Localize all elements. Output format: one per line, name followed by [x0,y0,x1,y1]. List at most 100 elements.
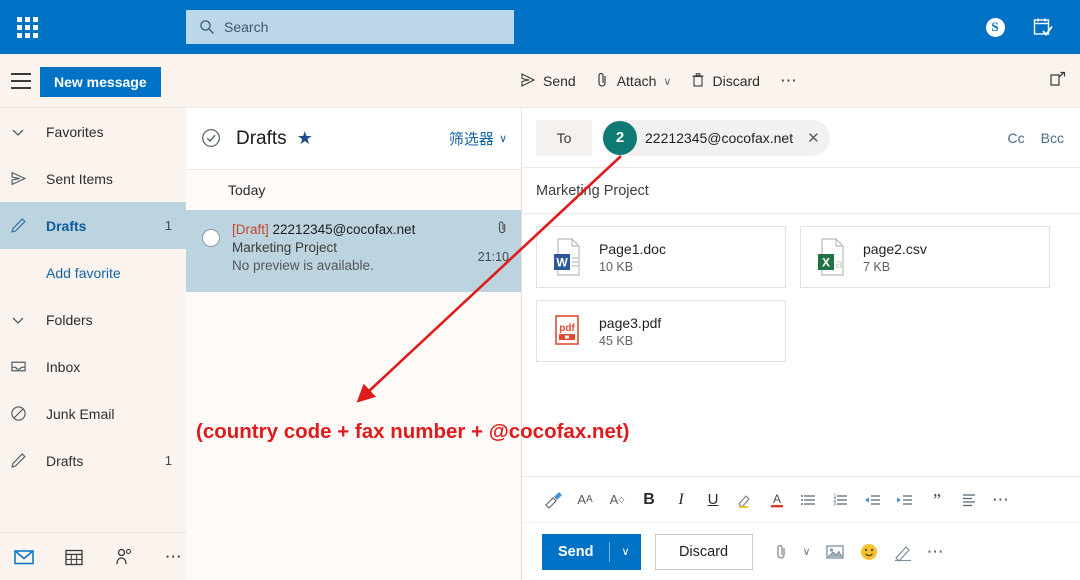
hamburger-menu-icon[interactable] [8,68,34,94]
numbered-list-icon[interactable]: 123 [830,488,852,512]
message-list-header: Drafts ★ 筛选器 ∨ [186,108,521,170]
attachment-card[interactable]: X a page2.csv 7 KB [800,226,1050,288]
send-arrow-icon [10,170,46,187]
highlight-icon[interactable] [734,488,756,512]
send-chevron-down-icon[interactable]: ∨ [610,545,640,558]
send-button[interactable]: Send ∨ [542,534,641,570]
more-formatting-icon[interactable]: ⋯ [990,488,1012,512]
send-arrow-icon [520,72,536,91]
message-sender-line: [Draft] 22212345@cocofax.net [232,222,507,237]
signature-pen-icon[interactable] [893,540,913,564]
send-button-label: Send [543,73,576,89]
chevron-down-icon [10,124,46,140]
emoji-icon[interactable] [859,540,879,564]
pdf-file-icon: pdf [549,310,587,352]
font-color-icon[interactable]: A [766,488,788,512]
attachment-name: page3.pdf [599,315,661,331]
more-dots-icon[interactable]: ⋯ [162,545,186,569]
block-circle-icon [10,405,46,422]
discard-button[interactable]: Discard [691,72,759,91]
calendar-check-icon[interactable] [1030,14,1056,40]
excel-csv-icon: X a [813,236,851,278]
outlook-web-app: S New message Send [0,0,1080,580]
message-item-body: [Draft] 22212345@cocofax.net Marketing P… [232,220,507,292]
svg-text:X: X [822,256,830,270]
insert-picture-icon[interactable] [825,540,845,564]
more-options-icon[interactable]: ⋯ [927,540,945,564]
bulleted-list-icon[interactable] [798,488,820,512]
paperclip-icon [596,72,610,91]
increase-indent-icon[interactable] [894,488,916,512]
attach-button-label: Attach [617,73,657,89]
attach-chevron-down-icon[interactable]: ∨ [803,540,811,564]
more-commands-icon[interactable]: ⋯ [780,76,799,86]
avatar: 2 [603,121,637,155]
app-launcher-waffle-icon[interactable] [0,0,54,54]
people-icon[interactable] [112,545,136,569]
search-box[interactable] [186,10,514,44]
underline-icon[interactable]: U [702,488,724,512]
attachment-name: Page1.doc [599,241,666,257]
attachment-card[interactable]: pdf page3.pdf 45 KB [536,300,786,362]
send-button[interactable]: Send [520,72,576,91]
sidebar-item-inbox[interactable]: Inbox [0,343,186,390]
bcc-button[interactable]: Bcc [1041,130,1064,146]
attachment-size: 10 KB [599,260,666,274]
paperclip-icon[interactable] [775,540,789,564]
attachment-info: Page1.doc 10 KB [599,241,666,274]
pop-out-icon[interactable] [1048,70,1068,95]
sidebar-item-folders[interactable]: Folders [0,296,186,343]
inbox-icon [10,358,46,375]
sidebar-count: 1 [165,453,172,468]
new-message-button[interactable]: New message [40,67,161,97]
quote-icon[interactable]: ” [926,488,948,512]
clear-formatting-icon[interactable]: A◇ [606,488,628,512]
chevron-down-icon [10,312,46,328]
check-circle-icon[interactable] [200,127,224,151]
sidebar-item-add-favorite[interactable]: Add favorite [0,249,186,296]
cc-button[interactable]: Cc [1008,130,1025,146]
close-icon[interactable]: ✕ [807,129,820,147]
attachment-size: 7 KB [863,260,927,274]
trash-icon [691,72,705,91]
calendar-icon[interactable] [62,545,86,569]
align-icon[interactable] [958,488,980,512]
search-input[interactable] [218,19,498,35]
sidebar-item-drafts-folder[interactable]: Drafts 1 [0,437,186,484]
subject-row [522,168,1080,214]
message-list-pane: Drafts ★ 筛选器 ∨ Today [Draft] 22212345@co… [186,108,522,580]
discard-button[interactable]: Discard [655,534,753,570]
sidebar-label: Favorites [46,124,104,140]
attach-button[interactable]: Attach ∨ [596,72,672,91]
star-icon[interactable]: ★ [297,128,313,149]
chevron-down-icon: ∨ [499,132,507,145]
to-label[interactable]: To [536,120,592,156]
top-navigation-bar: S [0,0,1080,54]
attachment-name: page2.csv [863,241,927,257]
message-list-item[interactable]: [Draft] 22212345@cocofax.net Marketing P… [186,210,521,292]
filter-button[interactable]: 筛选器 ∨ [449,128,507,149]
attachment-card[interactable]: W Page1.doc 10 KB [536,226,786,288]
sidebar-label: Drafts [46,218,86,234]
sidebar-item-favorites[interactable]: Favorites [0,108,186,155]
format-painter-icon[interactable] [542,488,564,512]
mail-icon[interactable] [12,545,36,569]
subject-input[interactable] [536,183,1066,199]
attachment-info: page3.pdf 45 KB [599,315,661,348]
read-unread-circle-icon[interactable] [202,229,220,247]
sidebar-item-sent-items[interactable]: Sent Items [0,155,186,202]
decrease-indent-icon[interactable] [862,488,884,512]
bold-icon[interactable]: B [638,488,660,512]
skype-badge-label: S [986,18,1005,37]
message-subject: Marketing Project [232,240,507,255]
font-size-icon[interactable]: AA [574,488,596,512]
attachment-list: W Page1.doc 10 KB [522,214,1080,362]
svg-text:pdf: pdf [559,323,575,334]
svg-text:A: A [773,492,781,506]
sidebar-item-drafts[interactable]: Drafts 1 [0,202,186,249]
skype-icon[interactable]: S [982,14,1008,40]
italic-icon[interactable]: I [670,488,692,512]
search-icon [196,16,218,38]
recipient-pill[interactable]: 2 22212345@cocofax.net ✕ [602,120,830,156]
sidebar-item-junk-email[interactable]: Junk Email [0,390,186,437]
